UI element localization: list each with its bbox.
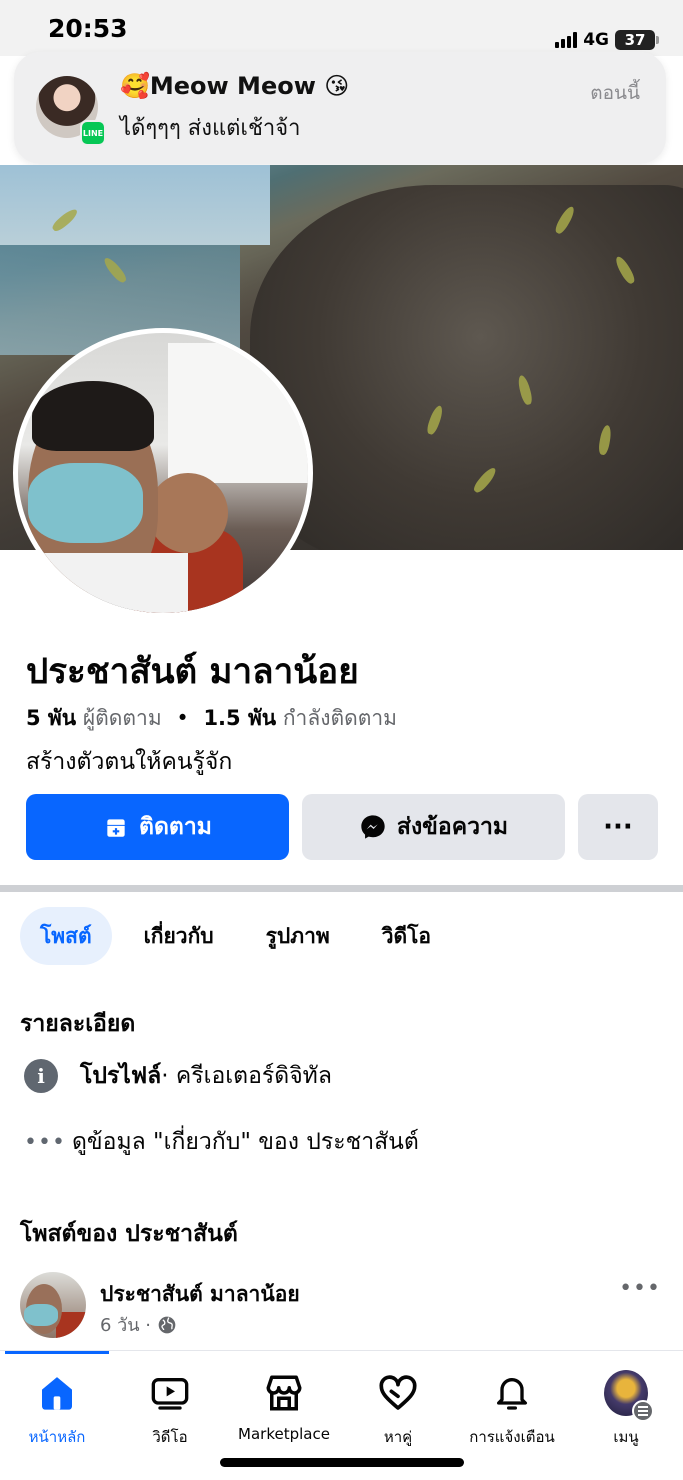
nav-video-label: วิดีโอ: [152, 1428, 188, 1446]
bell-icon: [490, 1371, 534, 1415]
following-label[interactable]: กำลังติดตาม: [283, 706, 397, 730]
marketplace-icon: [262, 1371, 306, 1415]
detail-profile-type: · ครีเอเตอร์ดิจิทัล: [161, 1063, 332, 1089]
profile-name: ประชาสันต์ มาลาน้อย: [26, 652, 359, 692]
ellipsis-icon: •••: [24, 1129, 66, 1155]
status-indicators: 4G 37: [555, 30, 659, 50]
nav-home-label: หน้าหลัก: [28, 1428, 86, 1446]
nav-home[interactable]: หน้าหลัก: [0, 1371, 117, 1449]
stats-separator: •: [176, 706, 189, 730]
following-count[interactable]: 1.5 พัน: [203, 706, 276, 730]
tab-photos[interactable]: รูปภาพ: [246, 907, 350, 965]
cover-rock: [250, 185, 683, 550]
line-app-icon: LINE: [80, 120, 106, 146]
post-meta: 6 วัน ·: [100, 1310, 177, 1339]
post-author-name[interactable]: ประชาสันต์ มาลาน้อย: [100, 1278, 300, 1311]
globe-icon: [158, 1316, 176, 1333]
posts-title: โพสต์ของ ประชาสันต์: [20, 1221, 238, 1247]
signal-icon: [555, 32, 578, 48]
photo-person-head: [148, 473, 228, 553]
avatar-mask: [24, 1304, 58, 1326]
nav-dating[interactable]: หาคู่: [338, 1371, 458, 1449]
profile-tabs: โพสต์ เกี่ยวกับ รูปภาพ วิดีโอ: [20, 907, 463, 965]
about-info-link[interactable]: ดูข้อมูล "เกี่ยวกับ" ของ ประชาสันต์: [72, 1124, 419, 1160]
photo-hair: [32, 381, 154, 451]
nav-dating-label: หาคู่: [383, 1428, 413, 1446]
followers-label[interactable]: ผู้ติดตาม: [83, 706, 162, 730]
detail-profile-label: โปรไฟล์: [80, 1063, 162, 1089]
tab-posts[interactable]: โพสต์: [20, 907, 112, 965]
notification-banner[interactable]: LINE 🥰Meow Meow 😘 ได้ๆๆๆ ส่งแต่เช้าจ้า ต…: [14, 52, 666, 164]
messenger-icon: [361, 815, 385, 839]
nav-marketplace[interactable]: Marketplace: [224, 1371, 344, 1443]
menu-profile-avatar: [604, 1370, 654, 1422]
nav-menu[interactable]: เมนู: [566, 1370, 683, 1449]
nav-notifications[interactable]: การแจ้งเตือน: [452, 1371, 572, 1449]
network-type: 4G: [583, 30, 609, 50]
hamburger-icon: [632, 1400, 654, 1422]
nav-video[interactable]: วิดีโอ: [110, 1371, 230, 1449]
info-icon: i: [24, 1059, 58, 1093]
message-button[interactable]: ส่งข้อความ: [302, 794, 565, 860]
follow-button[interactable]: ติดตาม: [26, 794, 289, 860]
photo-mask: [28, 463, 143, 543]
nav-notifications-label: การแจ้งเตือน: [469, 1428, 555, 1446]
section-divider: [0, 885, 683, 892]
tab-about[interactable]: เกี่ยวกับ: [124, 907, 234, 965]
detail-profile-row: i โปรไฟล์ · ครีเอเตอร์ดิจิทัล: [24, 1058, 332, 1094]
profile-stats: 5 พัน ผู้ติดตาม • 1.5 พัน กำลังติดตาม: [26, 702, 397, 735]
notification-title: 🥰Meow Meow 😘: [120, 72, 350, 100]
more-options-button[interactable]: ···: [578, 794, 658, 860]
battery-icon: 37: [615, 30, 659, 50]
post-more-button[interactable]: •••: [619, 1276, 661, 1301]
video-icon: [148, 1371, 192, 1415]
menu-avatar: [604, 1370, 654, 1422]
photo-window: [168, 343, 308, 483]
about-info-row[interactable]: ••• ดูข้อมูล "เกี่ยวกับ" ของ ประชาสันต์: [24, 1124, 419, 1160]
post-time[interactable]: 6 วัน ·: [100, 1310, 151, 1339]
details-title: รายละเอียด: [20, 1011, 136, 1037]
active-tab-indicator: [5, 1351, 109, 1354]
profile-bio: สร้างตัวตนให้คนรู้จัก: [26, 749, 233, 775]
nav-marketplace-label: Marketplace: [238, 1425, 330, 1443]
message-label: ส่งข้อความ: [396, 814, 509, 840]
post-author-avatar[interactable]: [20, 1272, 86, 1338]
nav-menu-label: เมนู: [613, 1428, 639, 1446]
notification-body: ได้ๆๆๆ ส่งแต่เช้าจ้า: [120, 116, 301, 141]
cover-sky: [0, 165, 270, 245]
followers-count[interactable]: 5 พัน: [26, 706, 76, 730]
follow-icon: [107, 819, 125, 837]
status-bar: 20:53 4G 37: [0, 0, 683, 56]
profile-picture[interactable]: [13, 328, 313, 618]
more-options-icon: ···: [603, 812, 633, 842]
home-icon: [35, 1371, 79, 1415]
notification-time: ตอนนี้: [590, 82, 640, 104]
tab-videos[interactable]: วิดีโอ: [362, 907, 451, 965]
dating-icon: [376, 1371, 420, 1415]
follow-label: ติดตาม: [139, 814, 212, 840]
home-indicator: [220, 1458, 464, 1467]
photo-shirt: [18, 553, 188, 613]
status-time: 20:53: [48, 14, 128, 43]
